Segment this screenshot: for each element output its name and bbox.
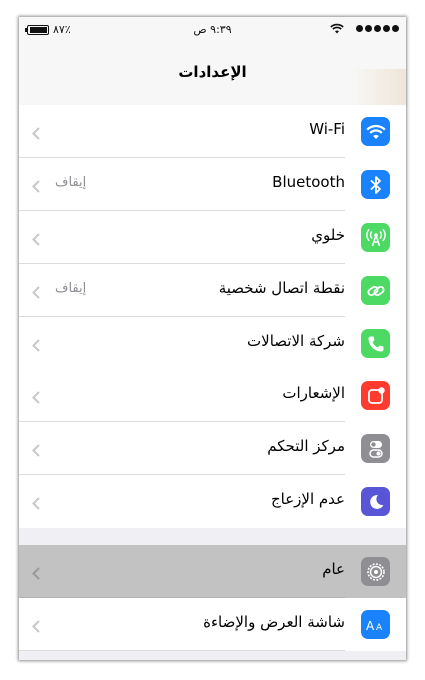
status-bar: ٨٧٪ ٩:٣٩ ص [19, 17, 406, 43]
settings-row-display-brightness[interactable]: AA شاشة العرض والإضاءة [19, 598, 406, 651]
control-center-icon [361, 434, 390, 463]
settings-group-notifications: الإشعارات مركز التحكم عدم الإزعاج [19, 369, 406, 528]
page-title: الإعدادات [178, 63, 247, 81]
settings-row-do-not-disturb[interactable]: عدم الإزعاج [19, 475, 406, 528]
row-label: الإشعارات [282, 384, 345, 402]
cellular-icon [361, 223, 390, 252]
settings-row-personal-hotspot[interactable]: نقطة اتصال شخصية إيقاف [19, 264, 406, 317]
chevron-left-icon [32, 618, 40, 637]
status-time: ٩:٣٩ ص [193, 23, 232, 36]
row-label: عام [322, 560, 345, 578]
chevron-left-icon [32, 178, 40, 197]
moon-icon [361, 487, 390, 516]
chevron-left-icon [32, 284, 40, 303]
row-label: مركز التحكم [267, 437, 345, 455]
chevron-left-icon [32, 231, 40, 250]
chevron-left-icon [32, 565, 40, 584]
gear-icon [361, 557, 390, 586]
settings-row-notifications[interactable]: الإشعارات [19, 369, 406, 422]
hotspot-icon [361, 276, 390, 305]
settings-group-general: عام AA شاشة العرض والإضاءة [19, 545, 406, 651]
wifi-signal-icon [330, 23, 344, 37]
settings-group-connectivity: Wi-Fi Bluetooth إيقاف خلوي نقطة اتصال شخ… [19, 105, 406, 370]
settings-row-bluetooth[interactable]: Bluetooth إيقاف [19, 158, 406, 211]
chevron-left-icon [32, 495, 40, 514]
chevron-left-icon [32, 442, 40, 461]
row-label: عدم الإزعاج [270, 490, 345, 508]
settings-row-wifi[interactable]: Wi-Fi [19, 105, 406, 158]
row-value: إيقاف [55, 175, 87, 190]
wifi-icon [361, 117, 390, 146]
phone-screen: ٨٧٪ ٩:٣٩ ص الإعدادات Wi-Fi Bluetooth إيق… [19, 17, 406, 660]
chevron-left-icon [32, 337, 40, 356]
notifications-icon [361, 381, 390, 410]
row-label: خلوي [311, 226, 345, 244]
phone-icon [361, 329, 390, 358]
signal-strength-icon [356, 25, 399, 32]
bluetooth-icon [361, 170, 390, 199]
settings-row-general[interactable]: عام [19, 545, 406, 598]
row-label: شركة الاتصالات [247, 332, 345, 350]
settings-row-control-center[interactable]: مركز التحكم [19, 422, 406, 475]
navigation-bar: الإعدادات [19, 43, 406, 131]
display-brightness-icon: AA [361, 610, 390, 639]
row-value: إيقاف [55, 281, 87, 296]
chevron-left-icon [32, 389, 40, 408]
settings-row-cellular[interactable]: خلوي [19, 211, 406, 264]
svg-text:A: A [366, 619, 375, 633]
row-label: نقطة اتصال شخصية [218, 279, 345, 297]
row-label: شاشة العرض والإضاءة [203, 613, 345, 631]
chevron-left-icon [32, 125, 40, 144]
row-label: Bluetooth [272, 173, 345, 191]
row-label: Wi-Fi [309, 120, 345, 138]
svg-text:A: A [376, 623, 383, 633]
settings-row-carrier[interactable]: شركة الاتصالات [19, 317, 406, 370]
